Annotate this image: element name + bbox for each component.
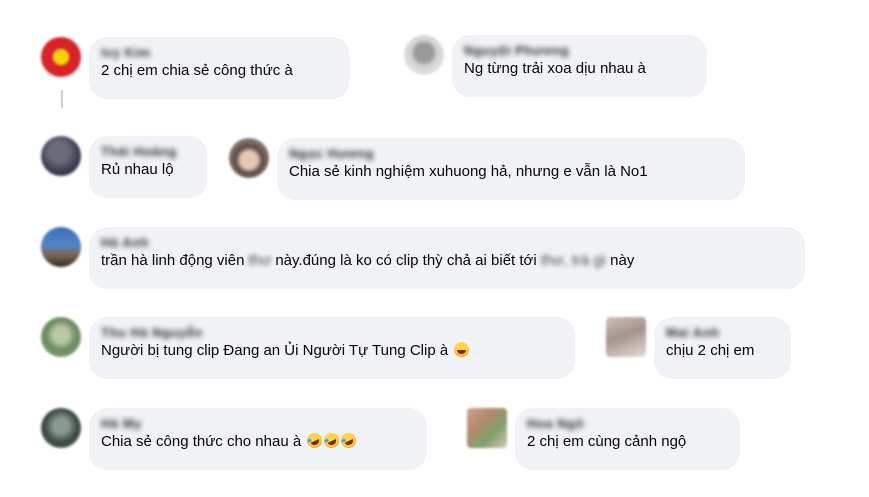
comment: Hà Anh trần hà linh động viên thư này.đú… bbox=[41, 227, 805, 289]
commenter-name[interactable]: Ivy Kim bbox=[101, 45, 338, 61]
comment-text-part: trần hà linh động viên bbox=[101, 252, 245, 269]
comment-bubble: Thái Hoàng Rủ nhau lộ bbox=[89, 136, 207, 198]
avatar[interactable] bbox=[467, 408, 507, 448]
commenter-name[interactable]: Thái Hoàng bbox=[101, 144, 195, 160]
comment-text: trần hà linh động viên thư này.đúng là k… bbox=[101, 251, 793, 271]
rofl-emoji-icon bbox=[304, 430, 325, 451]
avatar[interactable] bbox=[41, 317, 81, 357]
comment-text-part: này.đúng là ko có clip thỳ chả ai biết t… bbox=[275, 252, 537, 269]
comment-text: 2 chị em cùng cảnh ngộ bbox=[527, 433, 687, 450]
commenter-name[interactable]: Nguyệt Phương bbox=[464, 43, 695, 59]
comment-text: chịu 2 chị em bbox=[666, 342, 755, 359]
comment-text: Người bị tung clip Đang an Ủi Người Tự T… bbox=[101, 341, 563, 361]
commenter-name[interactable]: Hoa Ngô bbox=[527, 416, 728, 432]
comment: Thu Hà Nguyễn Người bị tung clip Đang an… bbox=[41, 317, 575, 379]
comment-text: Ng từng trải xoa dịu nhau à bbox=[464, 60, 646, 77]
comment: Hoa Ngô 2 chị em cùng cảnh ngộ bbox=[467, 408, 740, 470]
laughing-emoji-icon bbox=[454, 342, 470, 357]
comment-text: Chia sẻ kinh nghiệm xuhuong hả, nhưng e … bbox=[289, 163, 648, 180]
avatar[interactable] bbox=[229, 138, 269, 178]
comment-text-part: Người bị tung clip Đang an Ủi Người Tự T… bbox=[101, 342, 449, 359]
comment-text-part: này bbox=[610, 252, 635, 269]
commenter-name[interactable]: Mai Anh bbox=[666, 325, 779, 341]
avatar[interactable] bbox=[41, 227, 81, 267]
comment: Thái Hoàng Rủ nhau lộ bbox=[41, 136, 207, 198]
redacted-text: thư bbox=[248, 252, 272, 269]
commenter-name[interactable]: Hà Anh bbox=[101, 235, 793, 251]
rofl-emoji-icon bbox=[338, 430, 359, 451]
comment-text-part: Chia sẻ công thức cho nhau à bbox=[101, 433, 302, 450]
commenter-name[interactable]: Hà My bbox=[101, 416, 415, 432]
avatar[interactable] bbox=[404, 35, 444, 75]
avatar[interactable] bbox=[41, 408, 81, 448]
comment-bubble: Hoa Ngô 2 chị em cùng cảnh ngộ bbox=[515, 408, 740, 470]
redacted-text: thư, trà gì bbox=[540, 252, 606, 269]
rofl-emoji-icon bbox=[321, 430, 342, 451]
commenter-name[interactable]: Thu Hà Nguyễn bbox=[101, 325, 563, 341]
comment-bubble: Hà Anh trần hà linh động viên thư này.đú… bbox=[89, 227, 805, 289]
comment: Nguyệt Phương Ng từng trải xoa dịu nhau … bbox=[404, 35, 707, 97]
comment: Ngọc Hương Chia sẻ kinh nghiệm xuhuong h… bbox=[229, 138, 745, 200]
avatar[interactable] bbox=[41, 37, 81, 77]
comment-bubble: Nguyệt Phương Ng từng trải xoa dịu nhau … bbox=[452, 35, 707, 97]
comment-bubble: Mai Anh chịu 2 chị em bbox=[654, 317, 791, 379]
comment-bubble: Ivy Kim 2 chị em chia sẻ công thức à bbox=[89, 37, 350, 99]
comment-bubble: Thu Hà Nguyễn Người bị tung clip Đang an… bbox=[89, 317, 575, 379]
comment-bubble: Hà My Chia sẻ công thức cho nhau à bbox=[89, 408, 427, 470]
avatar[interactable] bbox=[606, 317, 646, 357]
comment: Hà My Chia sẻ công thức cho nhau à bbox=[41, 408, 427, 470]
comment-text: Rủ nhau lộ bbox=[101, 161, 174, 178]
comment-text: Chia sẻ công thức cho nhau à bbox=[101, 430, 415, 452]
comment: Ivy Kim 2 chị em chia sẻ công thức à bbox=[41, 37, 350, 99]
commenter-name[interactable]: Ngọc Hương bbox=[289, 146, 733, 162]
comment-bubble: Ngọc Hương Chia sẻ kinh nghiệm xuhuong h… bbox=[277, 138, 745, 200]
avatar[interactable] bbox=[41, 136, 81, 176]
comment: Mai Anh chịu 2 chị em bbox=[606, 317, 791, 379]
comment-text: 2 chị em chia sẻ công thức à bbox=[101, 62, 293, 79]
